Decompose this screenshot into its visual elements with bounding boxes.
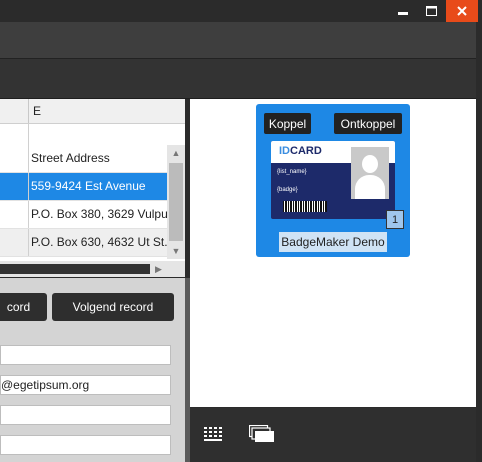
photo-placeholder-icon	[351, 147, 389, 199]
table-cell: P.O. Box 380, 3629 Vulput	[31, 207, 172, 221]
table-cell: 559-9424 Est Avenue	[31, 179, 146, 193]
record-field[interactable]	[0, 435, 171, 455]
email-field[interactable]: @egetipsum.org	[0, 375, 171, 395]
close-icon	[457, 6, 467, 16]
badge-preview-area: Koppel Ontkoppel IDCARD {list_name} {bad…	[190, 99, 476, 407]
toolbar-strip	[0, 59, 476, 99]
grid-view-icon[interactable]	[204, 427, 222, 441]
badge-thumbnail[interactable]: IDCARD {list_name} {badge}	[271, 141, 395, 219]
badge-tile[interactable]: Koppel Ontkoppel IDCARD {list_name} {bad…	[256, 104, 410, 257]
window-edge	[476, 22, 482, 462]
copy-count-badge: 1	[386, 210, 404, 229]
scroll-thumb-horizontal[interactable]	[0, 264, 150, 274]
maximize-button[interactable]	[416, 0, 446, 22]
next-record-button[interactable]: Volgend record	[52, 293, 174, 321]
idcard-logo: IDCARD	[279, 145, 322, 157]
badge-name-label: BadgeMaker Demo	[279, 232, 387, 252]
column-separator[interactable]	[28, 99, 29, 123]
scroll-thumb[interactable]	[169, 163, 183, 241]
empty-row	[0, 124, 167, 145]
minimize-button[interactable]	[388, 0, 418, 22]
record-field[interactable]	[0, 345, 171, 365]
card-field-label: {list_name}	[277, 169, 307, 175]
ontkoppel-button[interactable]: Ontkoppel	[334, 113, 402, 134]
minimize-icon	[398, 12, 408, 15]
table-cell: P.O. Box 630, 4632 Ut St.	[31, 235, 168, 249]
menu-strip	[0, 22, 476, 59]
table-cell: Street Address	[31, 151, 110, 165]
table-row[interactable]: P.O. Box 380, 3629 Vulput	[0, 201, 171, 229]
koppel-button[interactable]: Koppel	[264, 113, 311, 134]
horizontal-scrollbar[interactable]: ▶	[0, 261, 185, 277]
card-field-label: {badge}	[277, 187, 298, 193]
scroll-down-icon[interactable]: ▼	[167, 243, 185, 259]
previous-record-button[interactable]: cord	[0, 293, 47, 321]
maximize-icon	[425, 6, 437, 16]
preview-toolbar	[190, 408, 476, 462]
barcode-icon	[283, 201, 327, 212]
record-panel: cord Volgend record @egetipsum.org	[0, 278, 185, 462]
scroll-right-icon[interactable]: ▶	[150, 261, 167, 277]
close-button[interactable]	[446, 0, 478, 22]
layers-icon[interactable]	[249, 425, 275, 443]
column-header-e[interactable]: E	[33, 104, 41, 118]
table-row[interactable]: Street Address	[0, 145, 167, 173]
record-field[interactable]	[0, 405, 171, 425]
table-row[interactable]: P.O. Box 630, 4632 Ut St.	[0, 229, 168, 257]
data-grid: E Street Address 559-9424 Est Avenue P.O…	[0, 99, 185, 277]
table-row-selected[interactable]: 559-9424 Est Avenue	[0, 173, 167, 201]
vertical-scrollbar[interactable]: ▲ ▼	[167, 145, 185, 259]
scroll-up-icon[interactable]: ▲	[167, 145, 185, 161]
grid-header: E	[0, 99, 185, 124]
